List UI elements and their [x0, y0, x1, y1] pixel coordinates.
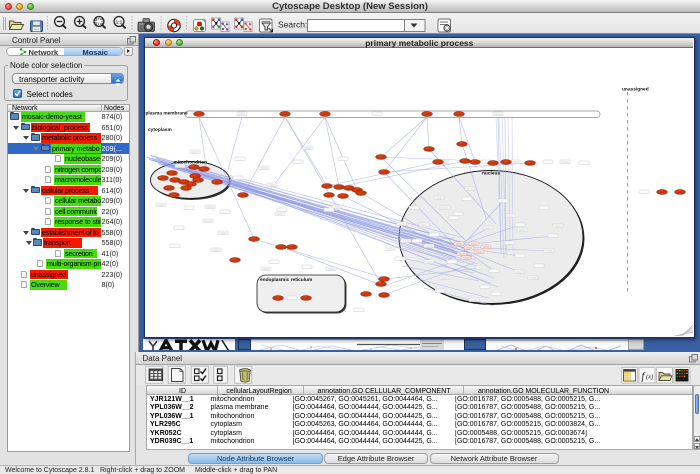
svg-text:Search:: Search:: [278, 20, 307, 30]
svg-text:endoplasmic reticulum: endoplasmic reticulum: [260, 277, 312, 283]
svg-text:unassigned: unassigned: [622, 86, 649, 92]
svg-text:nucleus: nucleus: [482, 170, 500, 176]
svg-text:cytoplasm: cytoplasm: [148, 127, 172, 133]
svg-text:plasma membrane: plasma membrane: [145, 110, 187, 116]
